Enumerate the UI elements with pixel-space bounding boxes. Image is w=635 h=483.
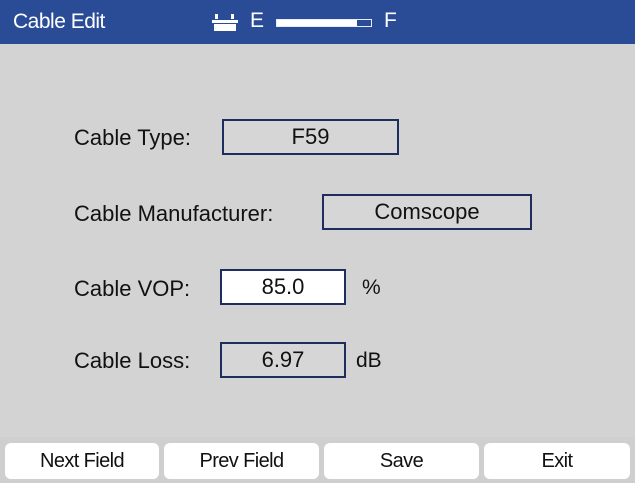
battery-icon: [212, 14, 238, 31]
cable-loss-field[interactable]: 6.97: [220, 342, 346, 378]
cable-loss-label: Cable Loss:: [74, 348, 191, 373]
cable-type-field[interactable]: F59: [222, 119, 399, 155]
softkey-bar: Next Field Prev Field Save Exit: [0, 437, 635, 483]
prev-field-button[interactable]: Prev Field: [164, 443, 319, 479]
save-button[interactable]: Save: [324, 443, 479, 479]
title-bar: Cable Edit E F: [0, 0, 635, 44]
cable-type-label: Cable Type:: [74, 125, 192, 150]
cable-manufacturer-field[interactable]: Comscope: [322, 194, 532, 230]
cable-vop-field[interactable]: 85.0: [220, 269, 346, 305]
cable-loss-unit: dB: [356, 349, 382, 372]
cable-vop-label: Cable VOP:: [74, 276, 191, 301]
window-title: Cable Edit: [13, 10, 105, 33]
exit-button[interactable]: Exit: [484, 443, 630, 479]
gauge-full-label: F: [384, 9, 397, 32]
next-field-button[interactable]: Next Field: [5, 443, 159, 479]
cable-edit-form: Cable Type: F59 Cable Manufacturer: Coms…: [0, 44, 635, 437]
gauge-empty-label: E: [250, 9, 265, 32]
cable-vop-unit: %: [362, 276, 381, 299]
cable-manufacturer-label: Cable Manufacturer:: [74, 201, 274, 226]
fuel-gauge-fill: [277, 20, 357, 26]
fuel-gauge: [276, 19, 372, 27]
